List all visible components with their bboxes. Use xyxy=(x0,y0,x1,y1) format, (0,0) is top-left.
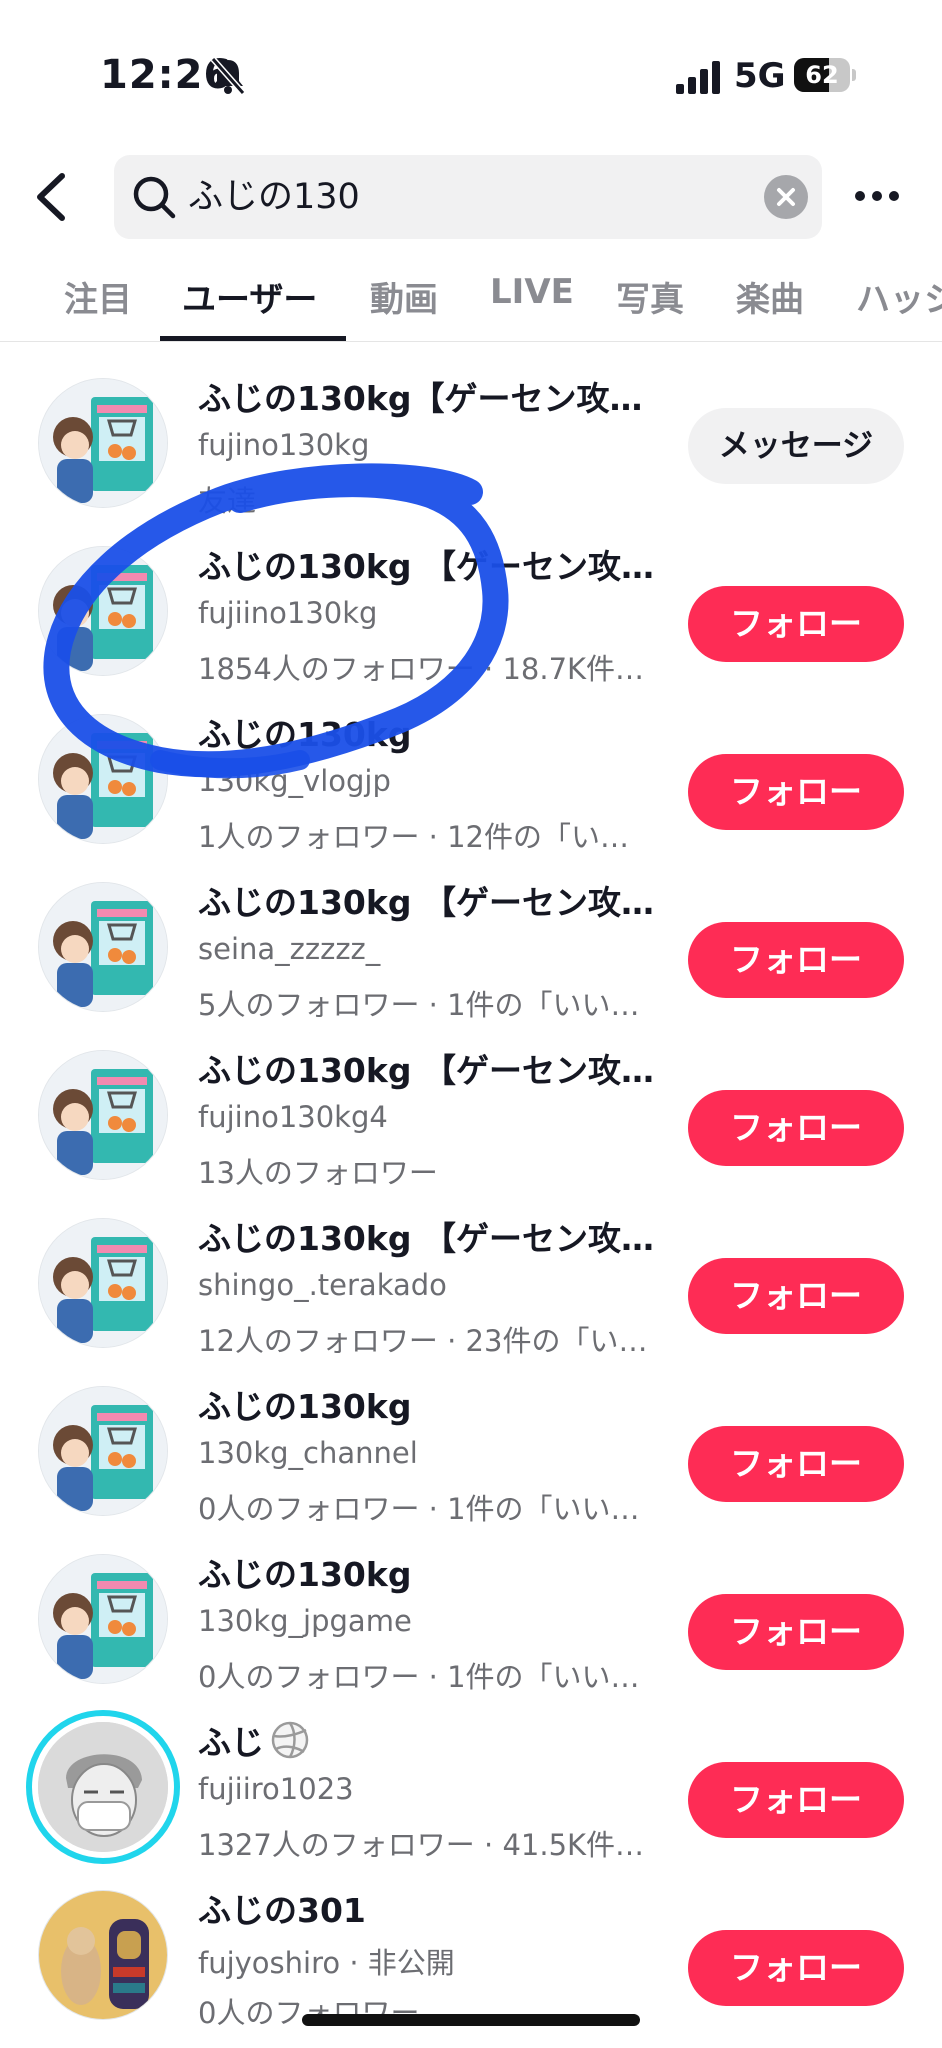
user-row[interactable]: ふじの130kg 【ゲーセン攻… seina_zzzzz_ 5人のフォロワー ·… xyxy=(0,846,942,1022)
claw-machine-avatar-image xyxy=(39,883,167,1011)
home-indicator xyxy=(302,2014,640,2026)
tab-live[interactable]: LIVE xyxy=(490,272,574,312)
user-row[interactable]: ふじの130kg 130kg_jpgame 0人のフォロワー · 1件の「いい…… xyxy=(0,1518,942,1694)
user-row[interactable]: ふじの130kg 【ゲーセン攻… shingo_.terakado 12人のフォ… xyxy=(0,1182,942,1358)
claw-machine-avatar-image xyxy=(39,715,167,843)
user-name: ふじの130kg 【ゲーセン攻… xyxy=(198,1051,654,1090)
user-row[interactable]: ふじの130kg 【ゲーセン攻… fujiino130kg 1854人のフォロワ… xyxy=(0,510,942,686)
follow-button[interactable]: フォロー xyxy=(688,1930,904,2006)
close-icon xyxy=(777,188,795,206)
user-handle: fujiiro1023 xyxy=(198,1772,354,1806)
sketch-portrait-avatar-image xyxy=(38,1722,168,1852)
network-label: 5G xyxy=(734,56,786,96)
search-tabs: 注目 ユーザー 動画 LIVE 写真 楽曲 ハッシ xyxy=(0,258,942,342)
signal-icon xyxy=(676,61,720,94)
user-name: ふじの130kg 【ゲーセン攻… xyxy=(198,547,654,586)
user-name: ふじの130kg xyxy=(198,1555,412,1594)
avatar-with-story-ring[interactable] xyxy=(26,1710,180,1864)
user-handle: 130kg_channel xyxy=(198,1436,418,1470)
follow-button[interactable]: フォロー xyxy=(688,586,904,662)
user-handle: fujino130kg xyxy=(198,428,370,462)
follow-button[interactable]: フォロー xyxy=(688,922,904,998)
tab-users[interactable]: ユーザー xyxy=(182,272,317,321)
user-name: ふじの301 xyxy=(198,1891,366,1930)
follow-button[interactable]: フォロー xyxy=(688,1426,904,1502)
claw-machine-avatar-image xyxy=(39,1555,167,1683)
follow-button[interactable]: フォロー xyxy=(688,754,904,830)
user-row[interactable]: ふじ fujiiro1023 1327人のフォロワー · 41.5K件… フォロ… xyxy=(0,1686,942,1864)
user-name: ふじの130kg 【ゲーセン攻… xyxy=(198,1219,654,1258)
user-name: ふじの130kg xyxy=(198,1387,412,1426)
avatar[interactable] xyxy=(38,1050,168,1180)
user-name: ふじ xyxy=(198,1716,668,1764)
user-row[interactable]: ふじの130kg【ゲーセン攻… fujino130kg 友達 メッセージ xyxy=(0,342,942,518)
user-handle: shingo_.terakado xyxy=(198,1268,447,1302)
statue-avatar-image xyxy=(39,1891,167,2019)
user-row[interactable]: ふじの130kg 130kg_channel 0人のフォロワー · 1件の「いい… xyxy=(0,1350,942,1526)
user-handle: seina_zzzzz_ xyxy=(198,932,381,966)
claw-machine-avatar-image xyxy=(39,1219,167,1347)
tab-sounds[interactable]: 楽曲 xyxy=(736,272,804,321)
user-handle: 130kg_jpgame xyxy=(198,1604,412,1638)
user-name: ふじの130kg【ゲーセン攻… xyxy=(198,379,643,418)
user-handle: fujino130kg4 xyxy=(198,1100,388,1134)
tab-hashtags[interactable]: ハッシ xyxy=(856,272,942,321)
claw-machine-avatar-image xyxy=(39,1051,167,1179)
avatar[interactable] xyxy=(38,1554,168,1684)
back-button[interactable] xyxy=(28,168,82,226)
user-row[interactable]: ふじの301 fujyoshiro · 非公開 0人のフォロワー フォロー xyxy=(0,1854,942,2030)
claw-machine-avatar-image xyxy=(39,1387,167,1515)
clear-search-button[interactable] xyxy=(764,175,808,219)
claw-machine-avatar-image xyxy=(39,547,167,675)
search-input[interactable] xyxy=(188,155,748,239)
user-handle: fujiino130kg xyxy=(198,596,378,630)
user-name: ふじの130kg 【ゲーセン攻… xyxy=(198,883,654,922)
volleyball-icon xyxy=(271,1721,309,1759)
status-bar: 12:26 5G 62 xyxy=(0,0,942,150)
tab-photos[interactable]: 写真 xyxy=(616,272,684,321)
search-box[interactable] xyxy=(114,155,822,239)
active-tab-indicator xyxy=(160,336,346,341)
user-name: ふじの130kg xyxy=(198,715,412,754)
user-name-text: ふじ xyxy=(198,1723,264,1762)
avatar[interactable] xyxy=(38,1218,168,1348)
follow-button[interactable]: フォロー xyxy=(688,1258,904,1334)
user-row[interactable]: ふじの130kg 130kg_vlogjp 1人のフォロワー · 12件の「い…… xyxy=(0,678,942,854)
user-handle: 130kg_vlogjp xyxy=(198,764,391,798)
more-options-button[interactable] xyxy=(852,176,902,216)
avatar[interactable] xyxy=(38,714,168,844)
avatar[interactable] xyxy=(38,546,168,676)
follow-button[interactable]: フォロー xyxy=(688,1594,904,1670)
battery-icon: 62 xyxy=(794,58,856,92)
user-row[interactable]: ふじの130kg 【ゲーセン攻… fujino130kg4 13人のフォロワー … xyxy=(0,1014,942,1190)
battery-level: 62 xyxy=(805,61,839,89)
follow-button[interactable]: フォロー xyxy=(688,1762,904,1838)
avatar[interactable] xyxy=(38,1890,168,2020)
message-button[interactable]: メッセージ xyxy=(688,408,904,484)
bell-slash-icon xyxy=(210,57,246,95)
search-icon xyxy=(133,176,176,219)
follow-button[interactable]: フォロー xyxy=(688,1090,904,1166)
tab-featured[interactable]: 注目 xyxy=(64,272,132,321)
avatar[interactable] xyxy=(38,378,168,508)
avatar[interactable] xyxy=(38,1386,168,1516)
tab-videos[interactable]: 動画 xyxy=(370,272,438,321)
claw-machine-avatar-image xyxy=(39,379,167,507)
user-handle: fujyoshiro · 非公開 xyxy=(198,1946,455,1980)
avatar[interactable] xyxy=(38,882,168,1012)
